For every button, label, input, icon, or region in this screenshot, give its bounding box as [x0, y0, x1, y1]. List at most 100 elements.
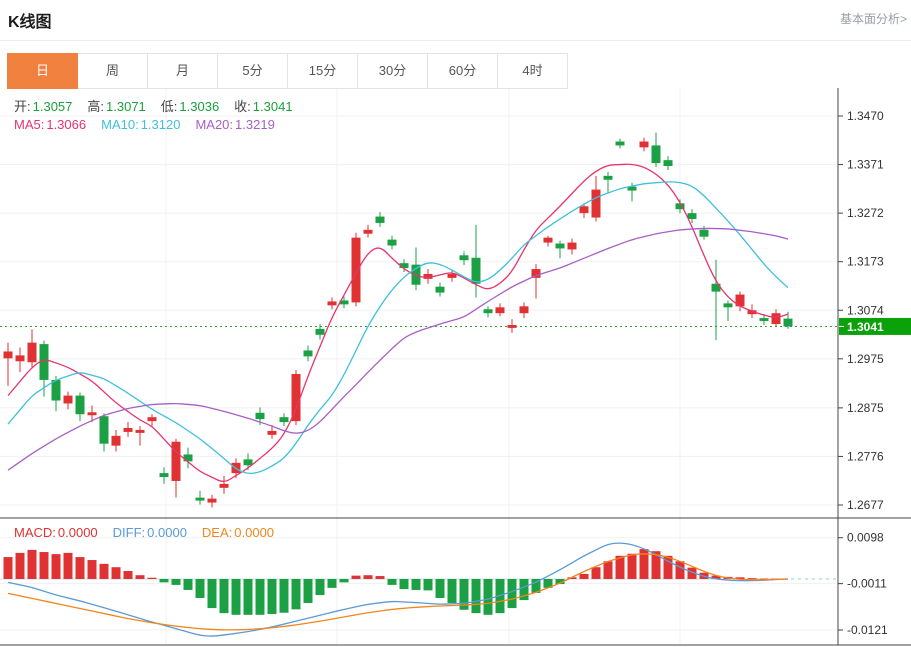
macd-bar [172, 579, 181, 585]
macd-tick-label: -0.0121 [847, 623, 888, 637]
candle [520, 306, 529, 313]
candle [784, 319, 793, 327]
macd-bar [412, 579, 421, 590]
macd-bar [400, 579, 409, 589]
candle [100, 416, 109, 443]
tab-interval-月[interactable]: 月 [147, 53, 218, 89]
candle [556, 244, 565, 249]
tab-interval-4时[interactable]: 4时 [497, 53, 568, 89]
candle [388, 240, 397, 246]
candle [316, 329, 325, 335]
candle [328, 301, 337, 305]
macd-bar [436, 579, 445, 598]
ma5-line [8, 164, 788, 481]
tab-interval-30分[interactable]: 30分 [357, 53, 428, 89]
macd-bar [268, 579, 277, 614]
macd-bar [580, 574, 589, 579]
interval-tabs: 日周月5分15分30分60分4时 [8, 53, 568, 89]
tab-interval-15分[interactable]: 15分 [287, 53, 358, 89]
macd-bar [604, 561, 613, 579]
macd-bar [472, 579, 481, 613]
macd-bar [112, 567, 121, 579]
macd-bar [280, 579, 289, 613]
macd-bar [304, 579, 313, 603]
macd-bar [628, 554, 637, 579]
candle [220, 484, 229, 488]
candle [772, 313, 781, 324]
candle [292, 374, 301, 421]
candle [52, 380, 61, 401]
macd-bar [340, 579, 349, 582]
macd-bar [376, 576, 385, 579]
ma20-line [8, 228, 788, 470]
macd-bar [196, 579, 205, 598]
macd-bar [592, 567, 601, 579]
candle [496, 307, 505, 313]
macd-bar [16, 553, 25, 579]
current-price-label: 1.3041 [847, 320, 884, 334]
candle [184, 454, 193, 461]
price-tick-label: 1.3074 [847, 303, 884, 317]
macd-bar [424, 579, 433, 590]
candle [700, 230, 709, 237]
price-tick-label: 1.2776 [847, 449, 884, 463]
macd-bar [448, 579, 457, 603]
price-tick-label: 1.3173 [847, 255, 884, 269]
candle [616, 142, 625, 146]
candle [124, 428, 133, 432]
macd-bar [52, 554, 61, 579]
candle [112, 436, 121, 446]
macd-bar [124, 571, 133, 579]
legend-item: MA20:1.3219 [195, 117, 274, 132]
legend-item: DIFF:0.0000 [113, 525, 187, 540]
macd-bar [160, 579, 169, 582]
candle [196, 498, 205, 501]
legend-item: MA10:1.3120 [101, 117, 180, 132]
price-tick-label: 1.2875 [847, 401, 884, 415]
candle [376, 217, 385, 223]
candle [604, 176, 613, 180]
tab-interval-60分[interactable]: 60分 [427, 53, 498, 89]
macd-bar [220, 579, 229, 613]
legend-item: 高:1.3071 [87, 99, 145, 114]
candle [28, 343, 37, 363]
candle [664, 160, 673, 166]
macd-tick-label: -0.0011 [847, 577, 887, 591]
candle [652, 145, 661, 163]
candle [568, 243, 577, 250]
candle [88, 412, 97, 415]
candle [76, 396, 85, 415]
candle [508, 325, 517, 328]
candle [148, 417, 157, 421]
candle [436, 287, 445, 293]
candle [256, 413, 265, 419]
candle [16, 355, 25, 361]
macd-bar [748, 578, 757, 579]
macd-bar [64, 553, 73, 579]
legend-item: DEA:0.0000 [202, 525, 274, 540]
candle [592, 190, 601, 218]
candle [760, 318, 769, 321]
macd-bar [4, 557, 13, 579]
price-tick-label: 1.2975 [847, 352, 884, 366]
ma-legend: MA5:1.3066MA10:1.3120MA20:1.3219 [14, 117, 290, 132]
macd-legend: MACD:0.0000DIFF:0.0000DEA:0.0000 [14, 525, 289, 540]
candle [4, 351, 13, 358]
macd-bar [352, 576, 361, 579]
candle [160, 473, 169, 477]
tab-interval-周[interactable]: 周 [77, 53, 148, 89]
macd-bar [40, 552, 49, 579]
kline-page: K线图 基本面分析> 日周月5分15分30分60分4时 开:1.3057高:1.… [0, 0, 911, 647]
macd-tick-label: 0.0098 [847, 531, 884, 545]
candle [208, 499, 217, 503]
macd-bar [28, 550, 37, 579]
legend-item: 低:1.3036 [161, 99, 219, 114]
candle [484, 309, 493, 313]
legend-item: 收:1.3041 [234, 99, 292, 114]
candle [448, 274, 457, 278]
macd-bar [676, 561, 685, 579]
tab-interval-5分[interactable]: 5分 [217, 53, 288, 89]
tab-interval-日[interactable]: 日 [7, 53, 78, 89]
macd-bar [100, 564, 109, 579]
macd-bar [148, 578, 157, 579]
